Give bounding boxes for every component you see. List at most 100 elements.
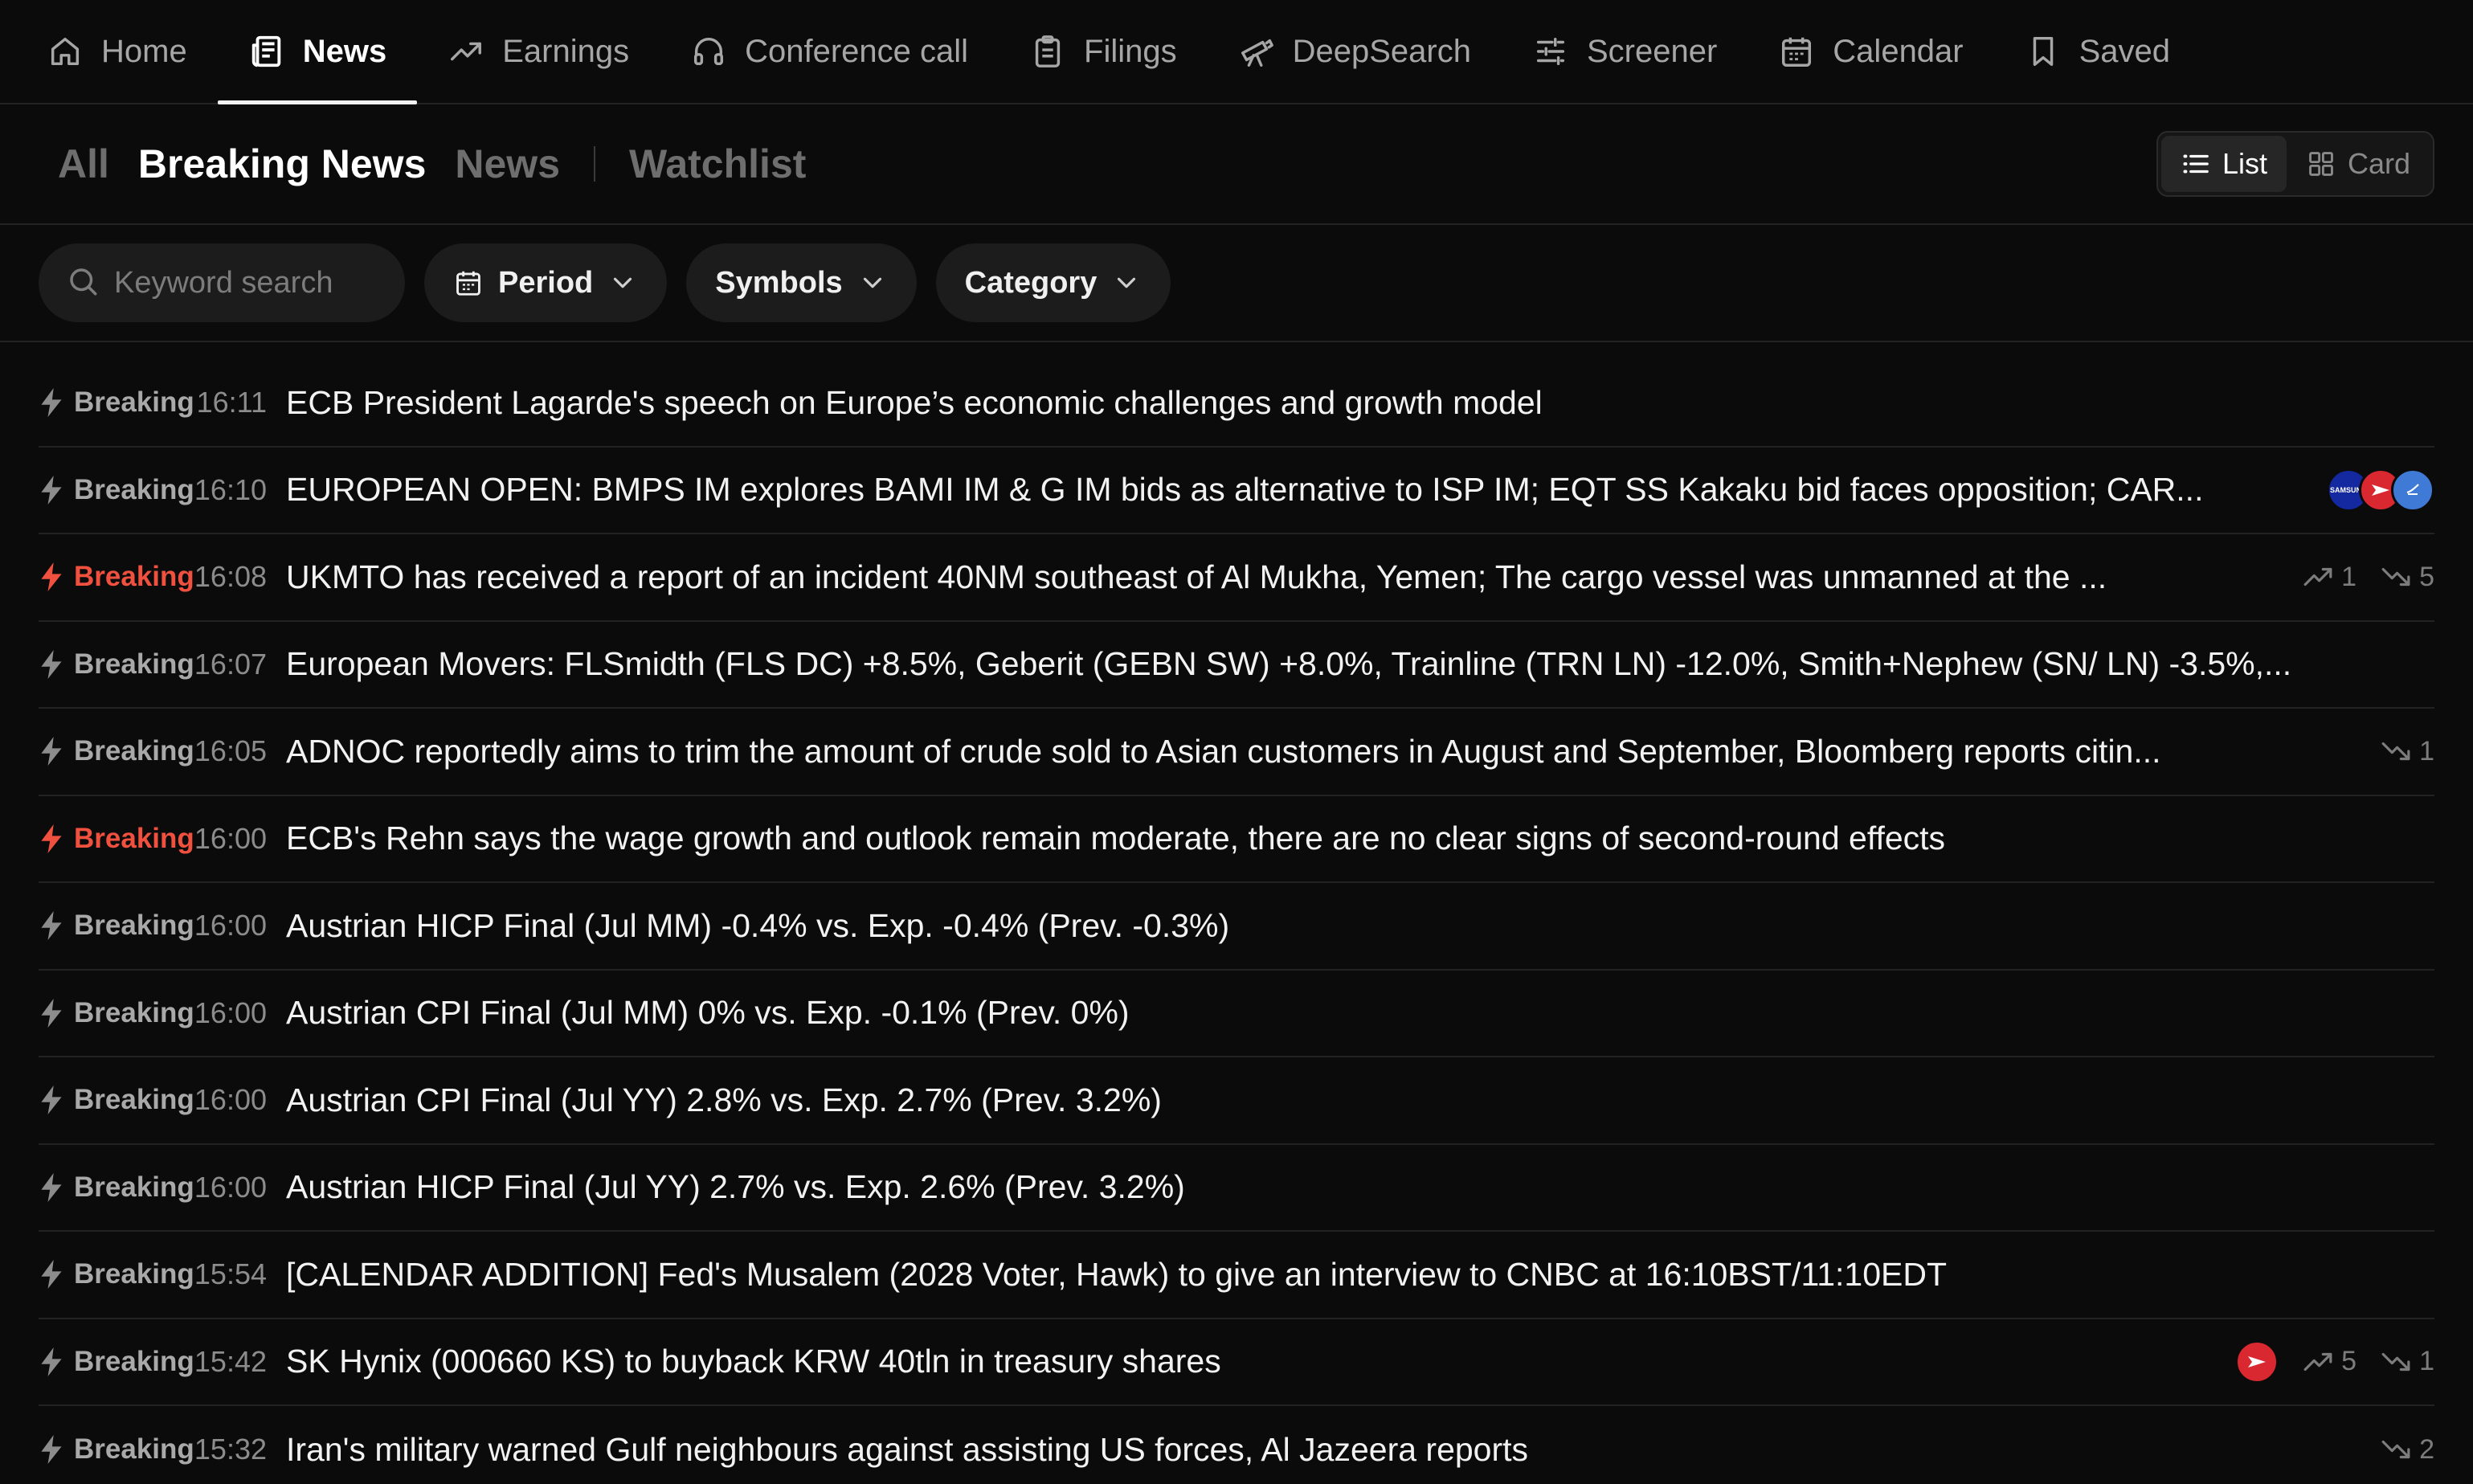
news-headline[interactable]: European Movers: FLSmidth (FLS DC) +8.5%… — [286, 645, 2434, 683]
category-filter[interactable]: Category — [935, 243, 1171, 322]
company-logo-red[interactable] — [2235, 1339, 2279, 1384]
list-view-button[interactable]: List — [2160, 136, 2287, 192]
news-headline[interactable]: Austrian CPI Final (Jul YY) 2.8% vs. Exp… — [286, 1081, 2434, 1119]
nav-deepsearch[interactable]: DeepSearch — [1208, 0, 1502, 103]
nav-screener[interactable]: Screener — [1502, 0, 1747, 103]
nav-saved[interactable]: Saved — [1994, 0, 2201, 103]
lightning-icon — [39, 649, 74, 679]
news-headline[interactable]: ECB President Lagarde's speech on Europe… — [286, 384, 2434, 422]
news-row[interactable]: Breaking 16:05 ADNOC reportedly aims to … — [39, 709, 2434, 796]
symbols-filter[interactable]: Symbols — [686, 243, 917, 322]
company-logos — [2235, 1339, 2279, 1384]
news-headline[interactable]: ADNOC reportedly aims to trim the amount… — [286, 733, 2357, 771]
news-headline[interactable]: UKMTO has received a report of an incide… — [286, 558, 2279, 596]
news-subtabs: All Breaking News News Watchlist — [58, 141, 806, 187]
news-headline[interactable]: Iran's military warned Gulf neighbours a… — [286, 1431, 2357, 1469]
lightning-icon — [39, 824, 74, 853]
news-row[interactable]: Breaking 15:32 Iran's military warned Gu… — [39, 1406, 2434, 1484]
breaking-tag: Breaking — [74, 1258, 194, 1290]
bookmark-icon — [2025, 33, 2062, 70]
breaking-tag: Breaking — [74, 1084, 194, 1116]
list-icon — [2181, 149, 2211, 179]
nav-label: DeepSearch — [1292, 33, 1471, 69]
nav-label: News — [302, 33, 387, 69]
calendar-icon — [453, 268, 484, 298]
news-row[interactable]: Breaking 16:07 European Movers: FLSmidth… — [39, 622, 2434, 709]
news-row[interactable]: Breaking 16:11 ECB President Lagarde's s… — [39, 360, 2434, 448]
news-row[interactable]: Breaking 16:00 ECB's Rehn says the wage … — [39, 796, 2434, 883]
trend-down-count: 1 — [2381, 1346, 2434, 1377]
home-icon — [47, 33, 84, 70]
trend-up-icon — [2303, 1352, 2332, 1371]
headphones-icon — [690, 33, 727, 70]
filter-bar: Period Symbols Category — [0, 225, 2473, 342]
lightning-icon — [39, 737, 74, 767]
news-headline[interactable]: Austrian CPI Final (Jul MM) 0% vs. Exp. … — [286, 994, 2434, 1032]
breaking-tag: Breaking — [74, 996, 194, 1028]
nav-label: Screener — [1586, 33, 1718, 69]
row-meta: 2 — [2357, 1434, 2434, 1466]
symbols-filter-label: Symbols — [715, 265, 843, 300]
nav-conference-call[interactable]: Conference call — [660, 0, 999, 103]
news-list: Breaking 16:11 ECB President Lagarde's s… — [0, 342, 2473, 1484]
chevron-down-icon — [857, 268, 888, 298]
nav-calendar[interactable]: Calendar — [1747, 0, 1993, 103]
tab-all[interactable]: All — [58, 141, 109, 187]
trend-down-count: 5 — [2381, 562, 2434, 593]
period-filter[interactable]: Period — [424, 243, 668, 322]
breaking-tag: Breaking — [74, 735, 194, 767]
keyword-search[interactable] — [39, 243, 405, 322]
nav-home[interactable]: Home — [31, 0, 218, 103]
news-row[interactable]: Breaking 16:00 Austrian CPI Final (Jul M… — [39, 971, 2434, 1057]
news-headline[interactable]: EUROPEAN OPEN: BMPS IM explores BAMI IM … — [286, 471, 2303, 509]
news-time: 16:00 — [194, 1170, 267, 1204]
news-row[interactable]: Breaking 16:08 UKMTO has received a repo… — [39, 534, 2434, 622]
news-headline[interactable]: Austrian HICP Final (Jul YY) 2.7% vs. Ex… — [286, 1168, 2434, 1206]
list-view-label: List — [2222, 147, 2267, 180]
company-logo-blue[interactable] — [2391, 468, 2434, 512]
company-logos: SAMSUNG — [2327, 468, 2434, 512]
breaking-tag: Breaking — [74, 1345, 194, 1377]
nav-filings[interactable]: Filings — [999, 0, 1208, 103]
period-filter-label: Period — [498, 265, 594, 300]
lightning-icon — [39, 1435, 74, 1465]
lightning-icon — [39, 388, 74, 418]
lightning-icon — [39, 1347, 74, 1376]
news-row[interactable]: Breaking 16:00 Austrian HICP Final (Jul … — [39, 883, 2434, 971]
tab-watchlist[interactable]: Watchlist — [629, 141, 806, 187]
nav-label: Home — [101, 33, 187, 69]
tab-breaking-news[interactable]: Breaking News — [138, 141, 426, 187]
chevron-down-icon — [1111, 268, 1142, 298]
search-input[interactable] — [114, 265, 378, 300]
news-time: 16:05 — [194, 734, 267, 768]
news-row[interactable]: Breaking 15:42 SK Hynix (000660 KS) to b… — [39, 1319, 2434, 1406]
tab-news[interactable]: News — [455, 141, 560, 187]
trend-up-value: 5 — [2341, 1346, 2357, 1377]
card-view-label: Card — [2347, 147, 2410, 180]
news-headline[interactable]: SK Hynix (000660 KS) to buyback KRW 40tl… — [286, 1343, 2211, 1380]
news-row[interactable]: Breaking 16:10 EUROPEAN OPEN: BMPS IM ex… — [39, 448, 2434, 534]
calendar-icon — [1778, 33, 1815, 70]
news-time: 16:00 — [194, 909, 267, 942]
trend-up-icon — [2303, 568, 2332, 587]
nav-label: Conference call — [745, 33, 969, 69]
category-filter-label: Category — [964, 265, 1098, 300]
news-time: 16:07 — [194, 647, 267, 681]
trend-down-value: 1 — [2419, 735, 2434, 767]
news-headline[interactable]: [CALENDAR ADDITION] Fed's Musalem (2028 … — [286, 1256, 2434, 1294]
breaking-tag: Breaking — [74, 1433, 194, 1466]
nav-news[interactable]: News — [217, 0, 418, 104]
breaking-tag: Breaking — [74, 648, 194, 680]
news-headline[interactable]: Austrian HICP Final (Jul MM) -0.4% vs. E… — [286, 907, 2434, 945]
news-headline[interactable]: ECB's Rehn says the wage growth and outl… — [286, 820, 2434, 857]
card-view-button[interactable]: Card — [2287, 136, 2430, 192]
trend-down-icon — [2381, 568, 2410, 587]
trend-up-count: 1 — [2303, 562, 2357, 593]
news-row[interactable]: Breaking 16:00 Austrian HICP Final (Jul … — [39, 1145, 2434, 1232]
news-row[interactable]: Breaking 16:00 Austrian CPI Final (Jul Y… — [39, 1057, 2434, 1145]
lightning-icon — [39, 475, 74, 505]
nav-earnings[interactable]: Earnings — [417, 0, 660, 103]
trend-down-icon — [2381, 1352, 2410, 1371]
news-time: 16:10 — [194, 472, 267, 506]
news-row[interactable]: Breaking 15:54 [CALENDAR ADDITION] Fed's… — [39, 1232, 2434, 1319]
